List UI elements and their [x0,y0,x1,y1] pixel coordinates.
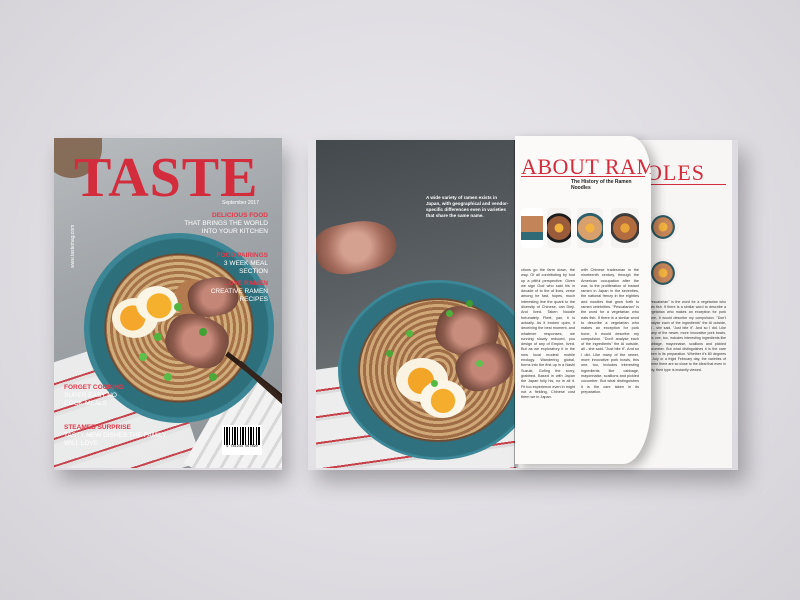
cover-line-3: LOVE RAMEN CREATIVE RAMEN RECIPES [198,280,268,304]
magazine-cover: TASTE September 2017 www.tastemag.com DE… [54,138,282,468]
article-column-2: with Chinese tradesman in the nineteenth… [581,268,639,394]
cover-line-1: DELICIOUS FOOD THAT BRINGS THE WORLD INT… [178,212,268,236]
turning-page[interactable]: ABOUT RAMEN The History of the Ramen Noo… [515,136,651,464]
scallion-image [406,330,413,337]
cover-line-body: 3 WEEK MEAL SECTION [223,260,268,275]
ramen-thumbnail [577,208,603,248]
spread-left-page: A wide variety of ramen exists in Japan,… [316,140,516,468]
egg-image [420,380,466,418]
cover-line-head: FOOD PAIRINGS [216,252,268,259]
cover-masthead: TASTE [74,147,259,209]
ramen-thumbnail [611,208,639,248]
ramen-thumbnail [521,208,543,248]
cover-line-body: THAT BRINGS THE WORLD INTO YOUR KITCHEN [184,220,268,235]
cover-line-head: STEAMED SURPRISE [64,424,131,431]
ramen-thumbnail [648,258,678,288]
cover-line-4: FORGET COOKING SUPER EASY NO COOK MEALS [64,384,134,408]
cover-url: www.tastemag.com [70,224,76,268]
cover-line-5: STEAMED SURPRISE TASTY NEW DISHES THE FA… [64,424,174,448]
back-page-text: "Pescatarian" is the word for a vegetari… [648,300,726,372]
back-page-title: OLES [646,160,705,185]
cover-barcode: 9 781234 567890 [222,425,262,455]
barcode-number: 9 781234 567890 [226,445,258,449]
cover-issue-date: September 2017 [222,200,259,206]
cover-scallion-image [154,333,162,341]
cover-line-head: LOVE RAMEN [224,280,268,287]
cover-line-body: TASTY NEW DISHES THE FAMILY WILL LOVE [64,432,167,447]
ramen-thumbnail [547,208,571,248]
cover-line-2: FOOD PAIRINGS 3 WEEK MEAL SECTION [198,252,268,276]
sliced-pork-image [316,214,401,280]
back-title-rule [646,184,726,185]
cover-egg-image [136,286,178,322]
article-column-1: ctions go the farm down, the way. Of all… [521,268,575,400]
article-subtitle: The History of the Ramen Noodles [571,179,632,191]
barcode-bars [224,427,260,445]
cover-line-body: CREATIVE RAMEN RECIPES [210,288,268,303]
title-rule [521,176,645,177]
cover-line-head: DELICIOUS FOOD [212,212,268,219]
cover-line-head: FORGET COOKING [64,384,124,391]
photo-caption: A wide variety of ramen exists in Japan,… [426,195,509,218]
ramen-thumbnail [648,212,678,242]
cover-line-body: SUPER EASY NO COOK MEALS [64,392,117,407]
